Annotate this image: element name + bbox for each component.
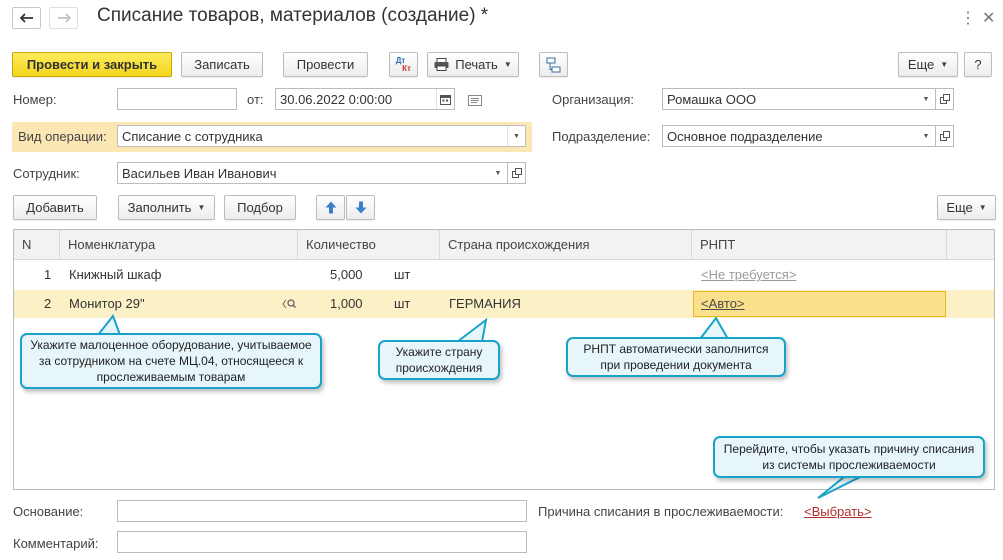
comment-label: Комментарий:	[13, 536, 99, 551]
callout-reason: Перейдите, чтобы указать причину списани…	[713, 436, 985, 478]
callout-country: Укажите страну происхождения	[378, 340, 500, 380]
callout-equipment: Укажите малоценное оборудование, учитыва…	[20, 333, 322, 389]
callout-rnpt: РНПТ автоматически заполнится при провед…	[566, 337, 786, 377]
basis-label: Основание:	[13, 504, 84, 519]
reason-label: Причина списания в прослеживаемости:	[538, 504, 784, 519]
basis-field[interactable]	[117, 500, 527, 522]
reason-select-link[interactable]: <Выбрать>	[804, 504, 872, 519]
comment-field[interactable]	[117, 531, 527, 553]
